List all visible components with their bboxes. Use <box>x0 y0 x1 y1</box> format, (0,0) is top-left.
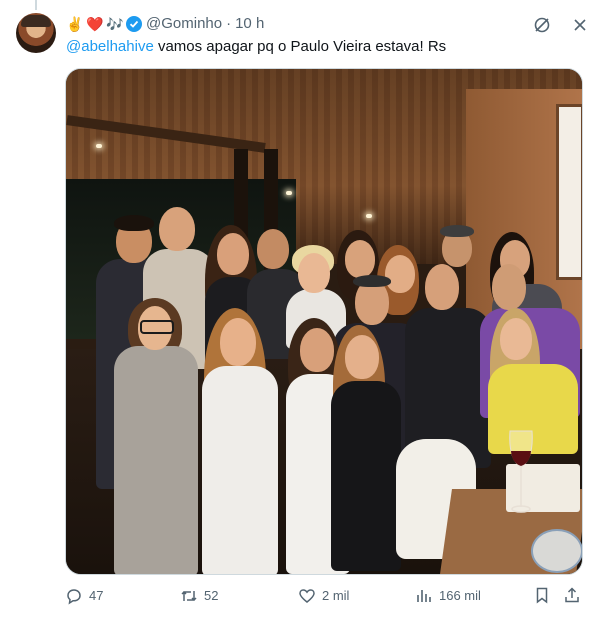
author-handle[interactable]: @Gominho <box>146 14 222 34</box>
views-button[interactable]: 166 mil <box>415 586 481 606</box>
plate <box>531 529 582 573</box>
tweet-body: vamos apagar pq o Paulo Vieira estava! R… <box>153 38 447 55</box>
views-count: 166 mil <box>439 588 481 603</box>
like-button[interactable]: 2 mil <box>298 586 349 606</box>
repost-button[interactable]: 52 <box>180 586 218 606</box>
ceiling-light <box>96 144 102 148</box>
separator-dot: · <box>226 15 232 32</box>
share-button[interactable] <box>563 586 581 604</box>
post-header: ✌️ ❤️ 🎶 @Gominho · 10 h <box>66 14 264 34</box>
music-notes-emoji: 🎶 <box>106 16 124 32</box>
avatar[interactable] <box>16 13 56 53</box>
repost-icon <box>181 590 197 602</box>
bookmark-icon <box>536 587 548 604</box>
thread-line <box>35 0 37 10</box>
more-icon[interactable] <box>569 14 591 36</box>
grok-icon[interactable] <box>531 14 553 36</box>
mention-link[interactable]: @abelhahive <box>66 38 154 55</box>
verified-badge-icon <box>126 16 142 32</box>
heart-emoji: ❤️ <box>86 16 104 32</box>
wine-glass <box>509 430 533 513</box>
post-time[interactable]: 10 h <box>235 14 264 34</box>
ceiling-light <box>286 191 292 195</box>
action-bar: 47 52 2 mil 166 mil <box>65 586 581 606</box>
reply-button[interactable]: 47 <box>65 586 103 606</box>
avatar-hat <box>21 15 51 27</box>
wall-frame <box>556 104 582 280</box>
like-icon <box>299 589 315 603</box>
ceiling-light <box>366 214 372 218</box>
like-count: 2 mil <box>322 588 350 603</box>
tweet-photo[interactable] <box>65 68 583 575</box>
bookmark-button[interactable] <box>533 586 551 604</box>
top-actions <box>531 14 591 36</box>
views-icon <box>417 590 431 602</box>
share-icon <box>565 587 579 603</box>
tweet-text: @abelhahive vamos apagar pq o Paulo Viei… <box>66 37 446 57</box>
reply-count: 47 <box>89 588 104 603</box>
reply-icon <box>67 589 81 605</box>
repost-count: 52 <box>204 588 219 603</box>
victory-hand-emoji: ✌️ <box>66 16 84 32</box>
